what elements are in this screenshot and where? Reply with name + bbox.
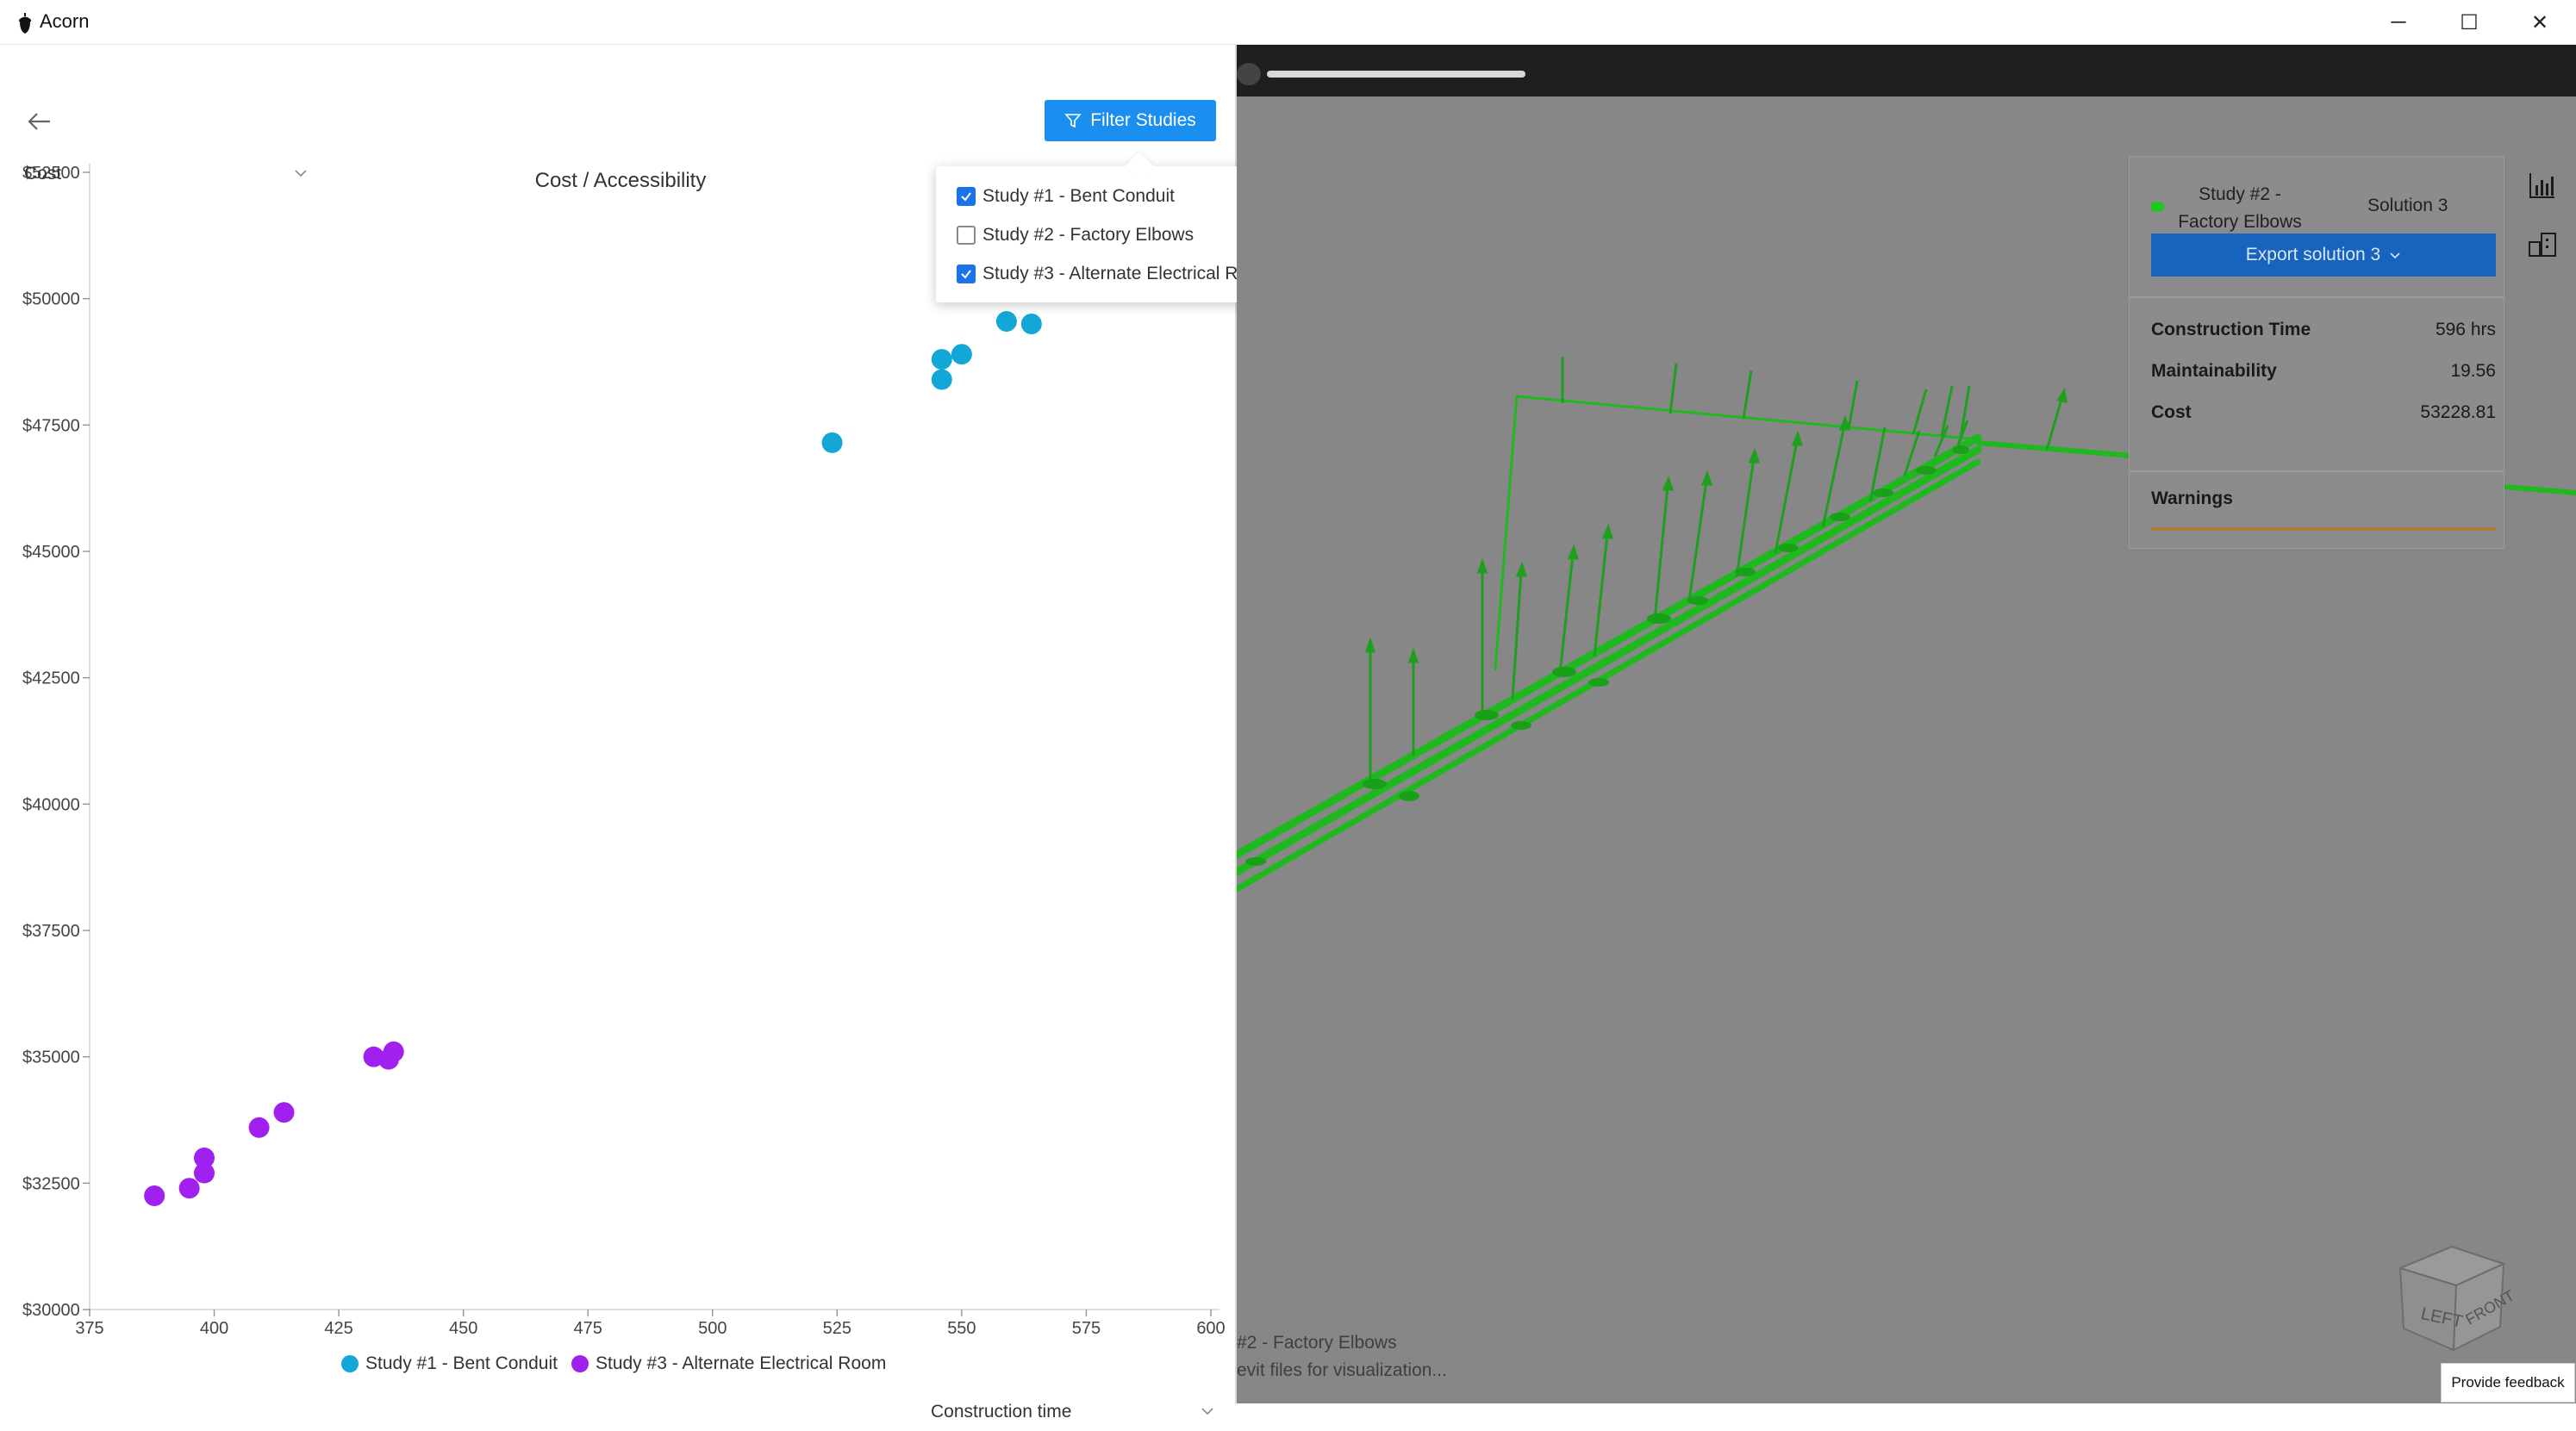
y-metric-select[interactable]: Cost	[24, 164, 309, 193]
metric-row-maintainability: Maintainability 19.56	[2151, 361, 2496, 389]
x-metric-select[interactable]: Construction time	[931, 1402, 1215, 1431]
y-metric-value: Cost	[24, 164, 62, 184]
solution-study-name: Study #2 - Factory Elbows	[2178, 184, 2302, 232]
chart-icon[interactable]	[2527, 170, 2558, 201]
data-point[interactable]	[383, 1041, 404, 1062]
x-tick-label: 550	[947, 1319, 976, 1338]
metric-value: 19.56	[2450, 361, 2496, 381]
warnings-label: Warnings	[2151, 488, 2233, 508]
metric-value: 596 hrs	[2435, 320, 2496, 339]
chevron-down-icon	[2390, 252, 2400, 259]
legend-swatch	[341, 1355, 359, 1372]
chart-panel: $30000 $32500 $35000 $37500 $40000 $42500 $450…	[0, 45, 1325, 1422]
data-point[interactable]	[951, 344, 972, 365]
warnings-bar	[2151, 527, 2496, 531]
metric-row-cost: Cost 53228.81	[2151, 402, 2496, 430]
x-tick-label: 425	[324, 1319, 352, 1338]
chevron-down-icon	[295, 170, 307, 177]
building-icon[interactable]	[2527, 228, 2558, 259]
study-color-dot	[2150, 202, 2164, 212]
provide-feedback-button[interactable]: Provide feedback	[2441, 1363, 2575, 1403]
metric-row-construction-time: Construction Time 596 hrs	[2151, 320, 2496, 347]
data-point[interactable]	[821, 432, 843, 453]
x-tick-label: 600	[1196, 1319, 1225, 1338]
filter-option-label: Study #3 - Alternate Electrical Room	[982, 264, 1274, 283]
x-tick-label: 450	[449, 1319, 477, 1338]
solution-name: Solution 3	[2367, 196, 2448, 215]
x-tick-label: 575	[1072, 1319, 1101, 1338]
data-point[interactable]	[144, 1185, 165, 1206]
data-point[interactable]	[273, 1102, 295, 1123]
metric-value: 53228.81	[2420, 402, 2496, 422]
filter-icon	[1064, 114, 1082, 128]
data-point[interactable]	[931, 369, 952, 390]
legend-label: Study #3 - Alternate Electrical Room	[595, 1353, 887, 1373]
y-tick-label: $42500	[22, 669, 80, 688]
y-tick-label: $45000	[22, 543, 80, 562]
checkbox-checked[interactable]	[957, 187, 976, 206]
maximize-icon: ☐	[2460, 10, 2479, 34]
maximize-button[interactable]: ☐	[2434, 0, 2504, 45]
minimize-icon: ─	[2391, 10, 2406, 34]
y-tick-label: $47500	[22, 416, 80, 435]
loading-status-message: evit files for visualization...	[1237, 1360, 1447, 1380]
viewcube-icon[interactable]: LEFT FRONT	[2392, 1234, 2512, 1363]
y-tick-label: $50000	[22, 290, 80, 309]
window-title-bar: Acorn ─ ☐ ✕	[0, 0, 2576, 45]
legend-item-study-1[interactable]: Study #1 - Bent Conduit	[341, 1353, 558, 1374]
x-tick-label: 375	[75, 1319, 103, 1338]
filter-studies-label: Filter Studies	[1090, 110, 1196, 130]
y-tick-label: $30000	[22, 1301, 80, 1320]
y-tick-label: $40000	[22, 795, 80, 814]
data-point[interactable]	[995, 311, 1017, 333]
legend-swatch	[571, 1355, 589, 1372]
data-point[interactable]	[931, 349, 952, 370]
filter-option-label: Study #2 - Factory Elbows	[982, 225, 1194, 245]
export-solution-label: Export solution 3	[2245, 245, 2381, 264]
playback-progress-track[interactable]	[1267, 71, 1525, 78]
x-tick-label: 525	[823, 1319, 851, 1338]
x-tick-label: 400	[200, 1319, 228, 1338]
close-window-button[interactable]: ✕	[2504, 0, 2575, 45]
back-arrow-icon[interactable]	[24, 107, 53, 136]
y-tick-label: $37500	[22, 922, 80, 941]
chevron-down-icon	[1201, 1408, 1213, 1415]
model-viewer[interactable]: Study #2 - Factory Elbows Solution 3 Exp…	[1237, 45, 2576, 1403]
chart-title: Cost / Accessibility	[534, 169, 707, 192]
close-icon: ✕	[2530, 10, 2549, 34]
metric-label: Construction Time	[2151, 320, 2311, 339]
metric-label: Maintainability	[2151, 361, 2277, 381]
y-tick-label: $35000	[22, 1048, 80, 1067]
checkbox-checked[interactable]	[957, 264, 976, 283]
x-tick-label: 500	[698, 1319, 727, 1338]
data-point[interactable]	[178, 1178, 200, 1199]
export-solution-button[interactable]: Export solution 3	[2151, 233, 2496, 277]
x-tick-label: 475	[574, 1319, 602, 1338]
app-title: Acorn	[40, 10, 90, 32]
metric-label: Cost	[2151, 402, 2192, 422]
chart-legend: Study #1 - Bent Conduit Study #3 - Alter…	[341, 1351, 886, 1377]
acorn-logo-icon	[19, 13, 31, 34]
y-tick-label: $32500	[22, 1174, 80, 1193]
data-point[interactable]	[248, 1117, 270, 1138]
loading-study-name: #2 - Factory Elbows	[1237, 1333, 1397, 1353]
filter-option-label: Study #1 - Bent Conduit	[982, 186, 1175, 206]
playback-knob[interactable]	[1237, 63, 1261, 85]
legend-item-study-3[interactable]: Study #3 - Alternate Electrical Room	[571, 1353, 886, 1374]
data-point[interactable]	[193, 1148, 215, 1168]
legend-label: Study #1 - Bent Conduit	[365, 1353, 558, 1373]
x-metric-value: Construction time	[931, 1402, 1072, 1422]
data-point[interactable]	[1020, 314, 1042, 334]
filter-studies-button[interactable]: Filter Studies	[1045, 100, 1216, 141]
checkbox-unchecked[interactable]	[957, 226, 976, 245]
viewer-top-bar	[1237, 45, 2576, 96]
divider	[2129, 470, 2504, 472]
divider	[2129, 296, 2504, 298]
minimize-button[interactable]: ─	[2363, 0, 2434, 45]
